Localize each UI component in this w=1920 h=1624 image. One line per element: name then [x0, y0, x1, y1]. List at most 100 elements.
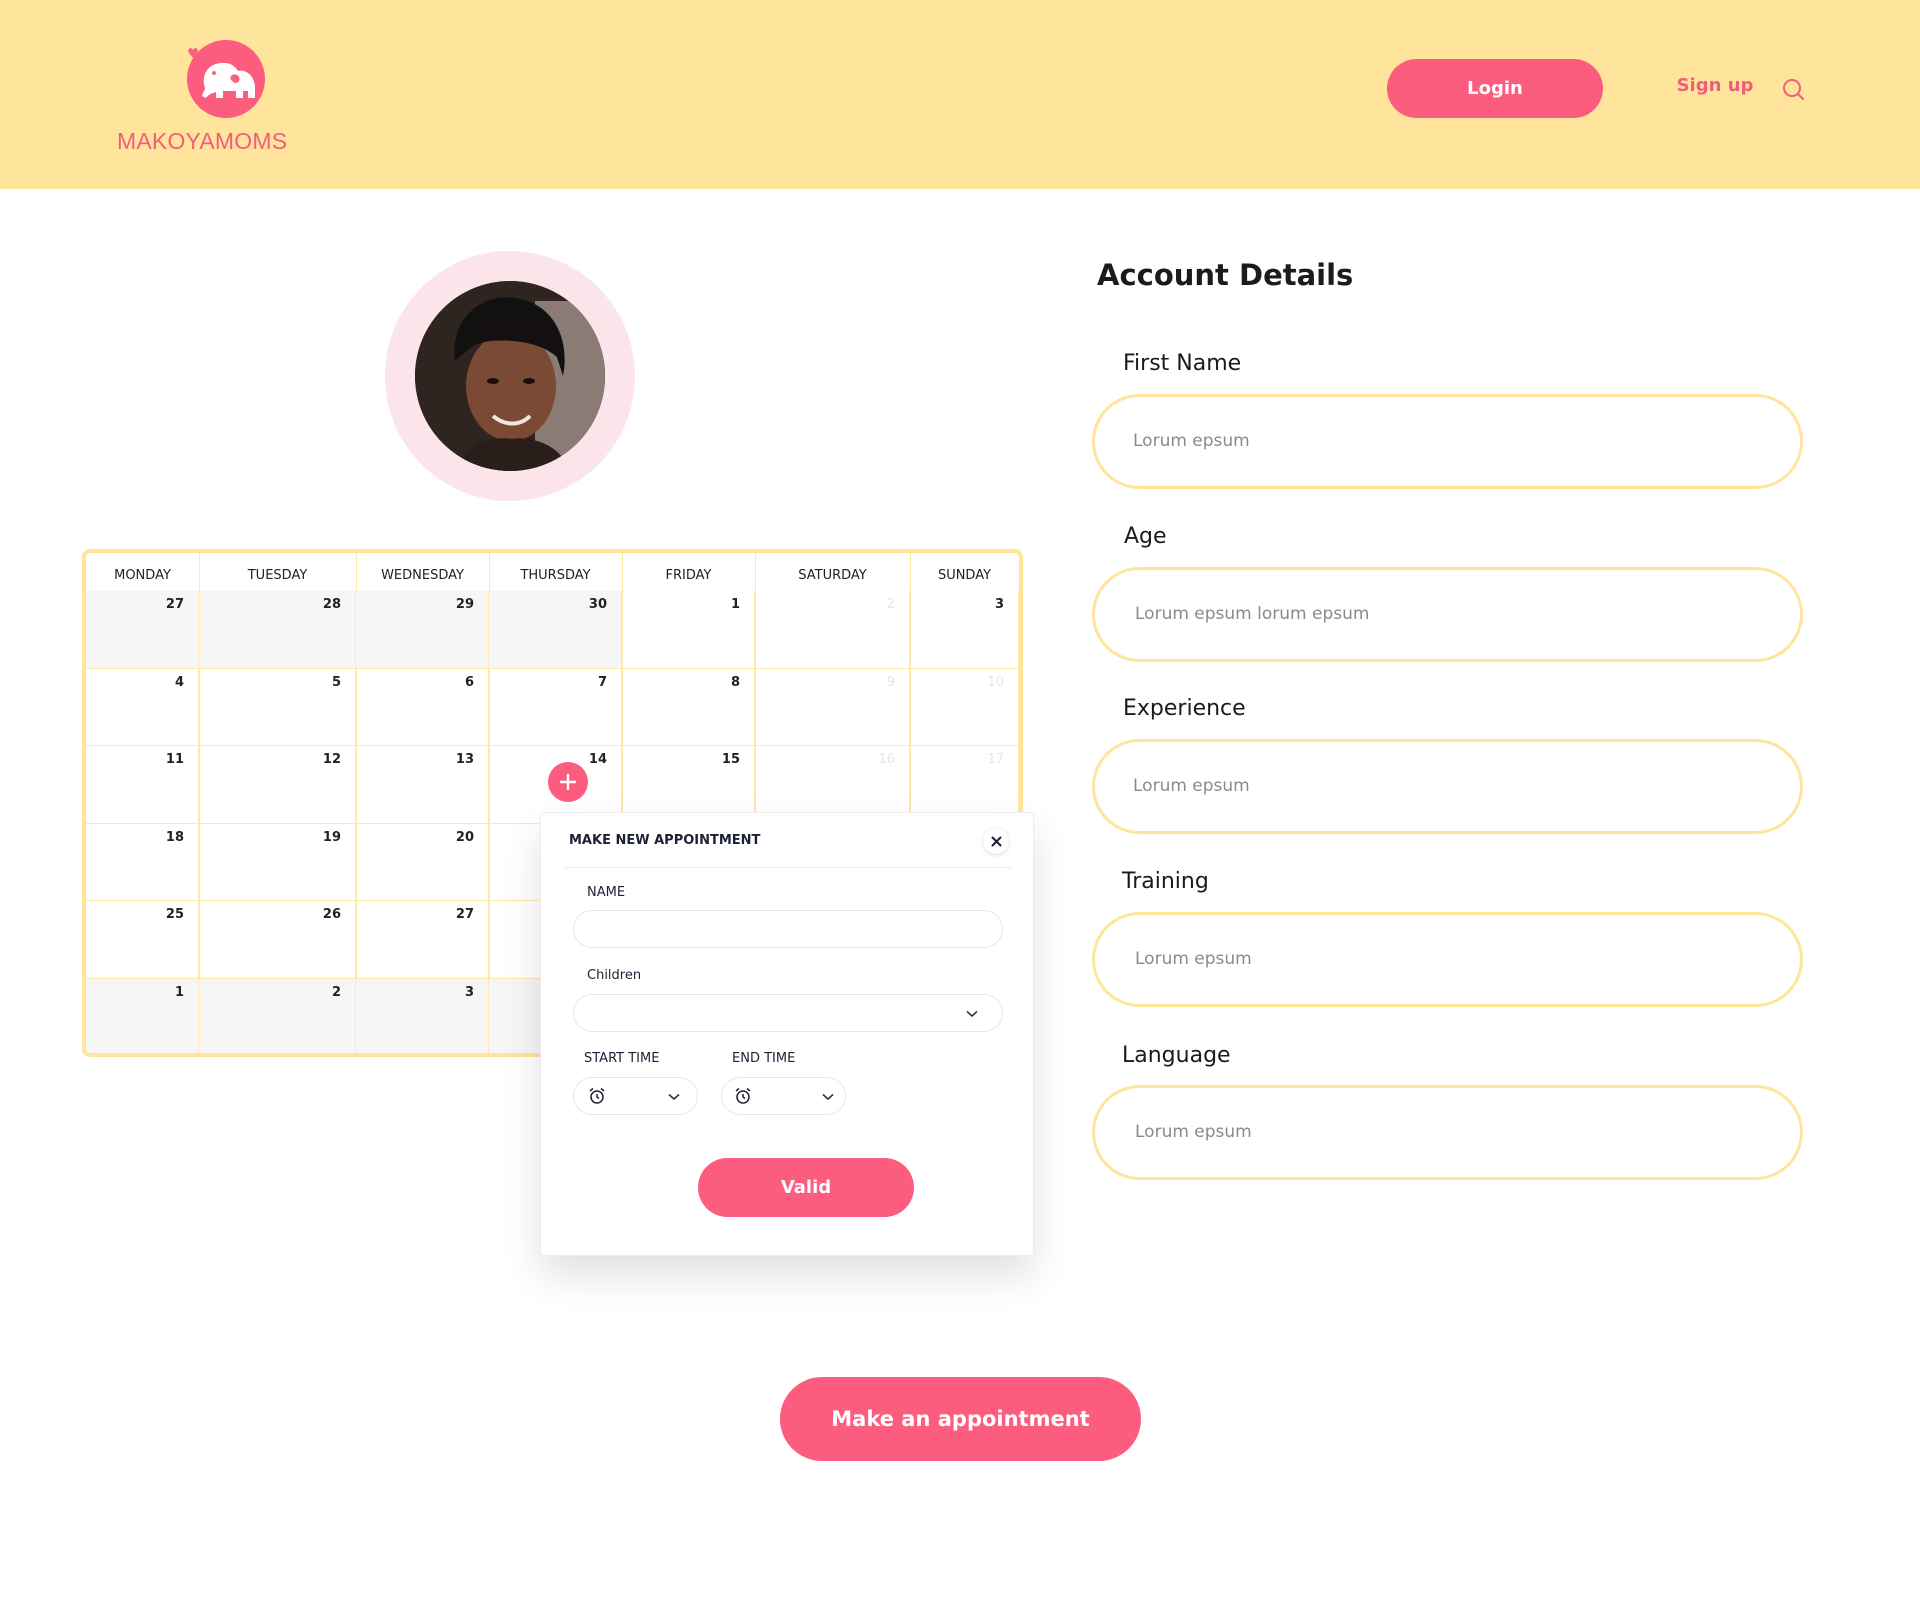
calendar-day-cell[interactable]: 7	[489, 668, 622, 746]
experience-field[interactable]: Lorum epsum	[1092, 739, 1803, 834]
calendar-day-number: 5	[331, 674, 341, 690]
first-name-label: First Name	[1123, 351, 1242, 376]
calendar-day-cell[interactable]: 9	[755, 668, 910, 746]
calendar-day-number: 20	[455, 829, 474, 845]
brand-logo[interactable]: MAKOYAMOMS	[117, 36, 288, 156]
training-placeholder: Lorum epsum	[1135, 949, 1252, 969]
valid-button[interactable]: Valid	[698, 1158, 914, 1217]
chevron-down-icon	[966, 1010, 978, 1018]
account-details-title: Account Details	[1097, 258, 1354, 292]
header: MAKOYAMOMS Login Sign up	[0, 0, 1920, 189]
day-header-monday: MONDAY	[114, 568, 171, 583]
first-name-field[interactable]: Lorum epsum	[1092, 394, 1803, 489]
brand-name: MAKOYAMOMS	[117, 128, 288, 154]
calendar-day-cell[interactable]: 10	[910, 668, 1019, 746]
login-button[interactable]: Login	[1387, 59, 1603, 118]
calendar-day-cell[interactable]: 6	[356, 668, 489, 746]
make-appointment-button[interactable]: Make an appointment	[780, 1377, 1141, 1461]
calendar-day-number: 18	[165, 829, 184, 845]
search-icon[interactable]	[1782, 78, 1804, 100]
calendar-day-cell[interactable]: 2	[755, 591, 910, 669]
calendar-day-number: 26	[322, 907, 341, 922]
language-label: Language	[1122, 1043, 1231, 1068]
calendar-day-cell[interactable]: 19	[199, 823, 356, 901]
language-placeholder: Lorum epsum	[1135, 1122, 1252, 1142]
training-field[interactable]: Lorum epsum	[1092, 912, 1803, 1007]
experience-placeholder: Lorum epsum	[1133, 776, 1250, 796]
calendar-day-number: 3	[994, 597, 1004, 612]
day-header-saturday: SATURDAY	[798, 568, 867, 583]
age-label: Age	[1124, 524, 1167, 549]
calendar-day-number: 4	[174, 674, 184, 690]
calendar-day-number: 14	[588, 752, 607, 767]
language-field[interactable]: Lorum epsum	[1092, 1085, 1803, 1180]
calendar-day-number: 3	[464, 984, 474, 1000]
close-icon	[991, 836, 1001, 846]
calendar-day-number: 2	[886, 597, 895, 612]
day-header-tuesday: TUESDAY	[247, 568, 308, 583]
calendar-day-number: 30	[588, 597, 607, 612]
calendar-day-number: 17	[987, 752, 1004, 767]
appointment-popup: MAKE NEW APPOINTMENT NAME Children START…	[540, 812, 1034, 1256]
calendar-day-number: 13	[455, 752, 474, 767]
calendar-day-number: 11	[165, 752, 184, 767]
calendar-day-number: 16	[878, 752, 895, 767]
day-header-thursday: THURSDAY	[520, 568, 591, 583]
day-header-sunday: SUNDAY	[937, 568, 992, 583]
calendar-day-cell[interactable]: 8	[622, 668, 755, 746]
end-time-select[interactable]	[721, 1077, 846, 1115]
calendar-day-number: 1	[730, 597, 740, 612]
calendar-day-cell[interactable]: 4	[86, 668, 199, 746]
chevron-down-icon	[822, 1093, 834, 1101]
training-label: Training	[1122, 869, 1209, 894]
children-label: Children	[587, 968, 642, 983]
calendar-day-number: 8	[730, 674, 740, 690]
calendar-day-cell[interactable]: 12	[199, 746, 356, 824]
start-time-select[interactable]	[573, 1077, 698, 1115]
calendar-day-cell[interactable]: 1	[86, 978, 199, 1053]
experience-label: Experience	[1123, 696, 1246, 721]
calendar-day-number: 25	[165, 907, 184, 922]
chevron-down-icon	[668, 1093, 680, 1101]
calendar-day-number: 6	[464, 674, 474, 690]
alarm-clock-icon	[735, 1087, 751, 1104]
calendar-day-number: 9	[886, 674, 895, 690]
calendar-day-number: 1	[174, 984, 184, 1000]
calendar-day-cell[interactable]: 25	[86, 901, 199, 979]
age-field[interactable]: Lorum epsum lorum epsum	[1092, 567, 1803, 662]
calendar-day-cell[interactable]: 20	[356, 823, 489, 901]
popup-title: MAKE NEW APPOINTMENT	[569, 833, 761, 848]
day-header-friday: FRIDAY	[665, 568, 712, 583]
calendar-day-cell[interactable]: 2	[199, 978, 356, 1053]
calendar-day-cell[interactable]: 30	[489, 591, 622, 669]
signup-link[interactable]: Sign up	[1640, 75, 1790, 96]
calendar-day-cell[interactable]: 11	[86, 746, 199, 824]
calendar-day-number: 15	[721, 752, 740, 767]
calendar-day-cell[interactable]: 28	[199, 591, 356, 669]
calendar-day-cell[interactable]: 1	[622, 591, 755, 669]
avatar[interactable]	[415, 281, 605, 471]
calendar-day-cell[interactable]: 29	[356, 591, 489, 669]
calendar-day-cell[interactable]: 5	[199, 668, 356, 746]
calendar-day-cell[interactable]: 27	[86, 591, 199, 669]
name-input[interactable]	[573, 910, 1003, 948]
close-button[interactable]	[983, 828, 1009, 854]
add-appointment-plus-button[interactable]	[548, 762, 588, 802]
divider	[563, 867, 1013, 868]
calendar-day-number: 12	[322, 752, 341, 767]
name-label: NAME	[587, 885, 626, 900]
calendar-day-number: 29	[455, 597, 474, 612]
calendar-day-cell[interactable]: 26	[199, 901, 356, 979]
calendar-day-cell[interactable]: 27	[356, 901, 489, 979]
calendar-day-number: 2	[331, 984, 341, 1000]
calendar-day-cell[interactable]: 18	[86, 823, 199, 901]
children-select[interactable]	[573, 994, 1003, 1032]
alarm-clock-icon	[589, 1087, 605, 1104]
first-name-placeholder: Lorum epsum	[1133, 431, 1250, 451]
day-header-wednesday: WEDNESDAY	[381, 568, 464, 583]
calendar-day-number: 7	[597, 674, 607, 690]
calendar-day-cell[interactable]: 3	[910, 591, 1019, 669]
calendar-day-number: 28	[322, 597, 341, 612]
calendar-day-cell[interactable]: 13	[356, 746, 489, 824]
calendar-day-cell[interactable]: 3	[356, 978, 489, 1053]
